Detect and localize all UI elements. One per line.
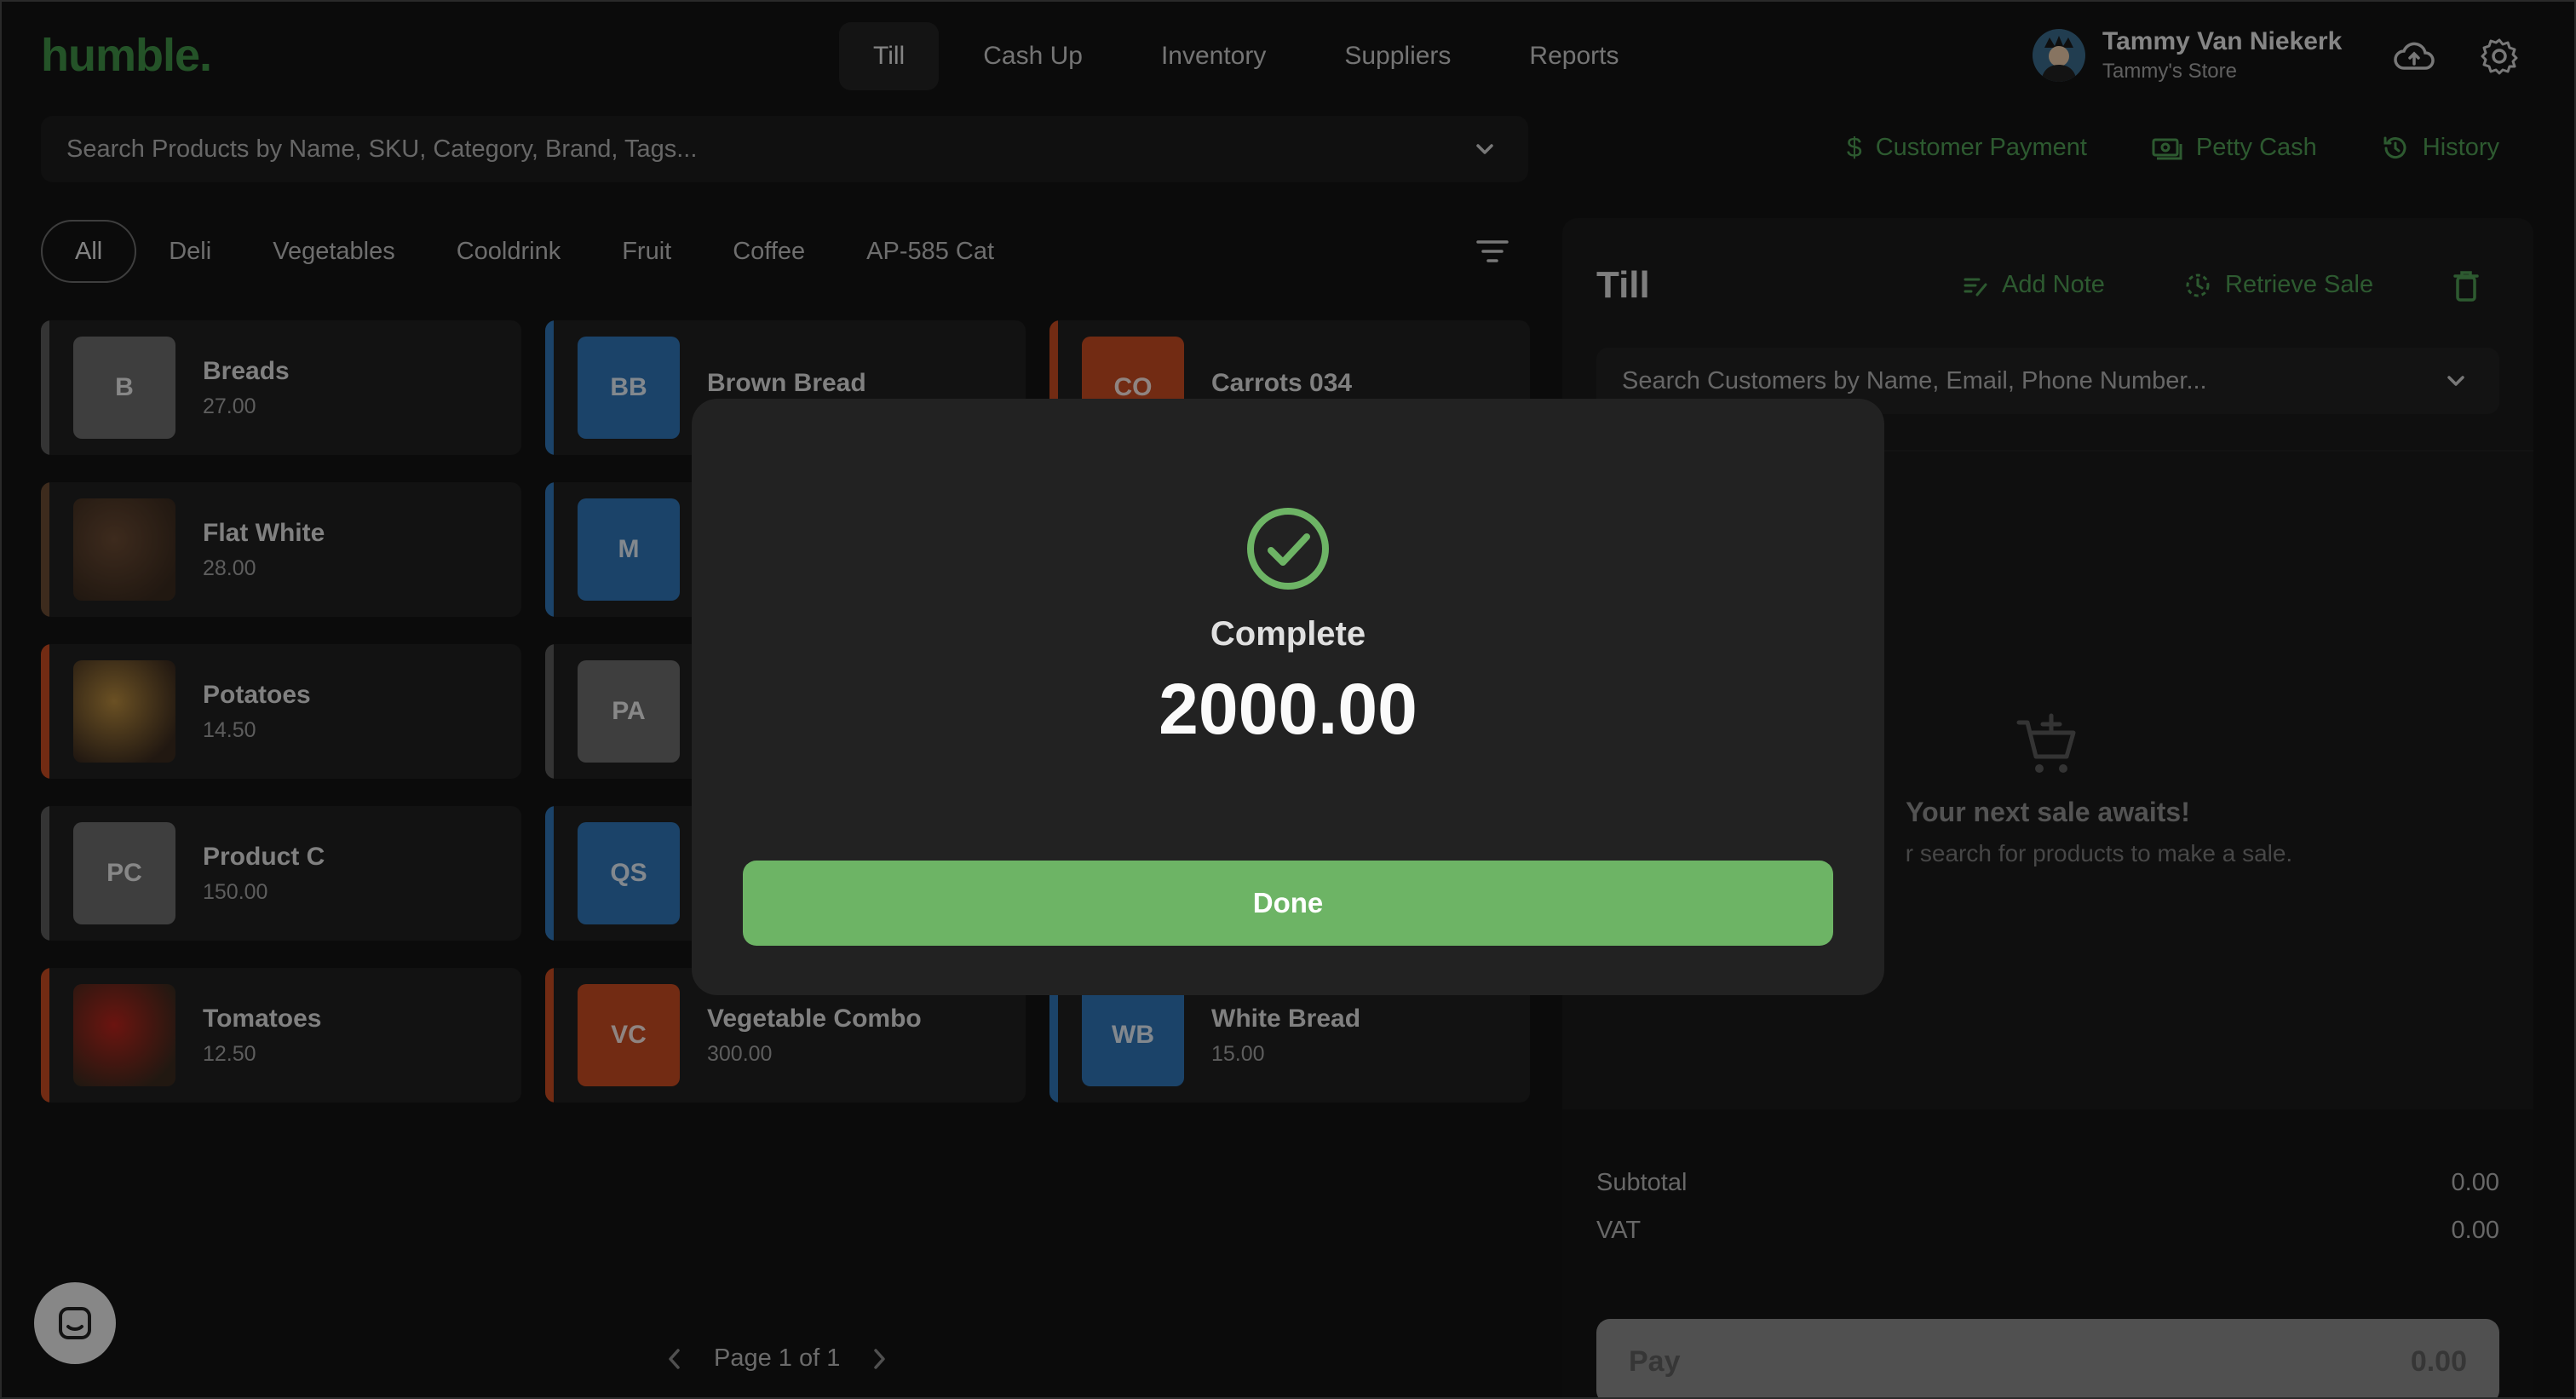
done-button[interactable]: Done (743, 861, 1833, 946)
modal-title: Complete (1210, 615, 1366, 653)
app-root: humble. Till Cash Up Inventory Suppliers… (0, 0, 2576, 1399)
sale-amount: 2000.00 (1159, 669, 1417, 749)
sale-complete-modal: Complete 2000.00 Done (692, 399, 1884, 995)
check-circle-icon (1247, 508, 1329, 590)
